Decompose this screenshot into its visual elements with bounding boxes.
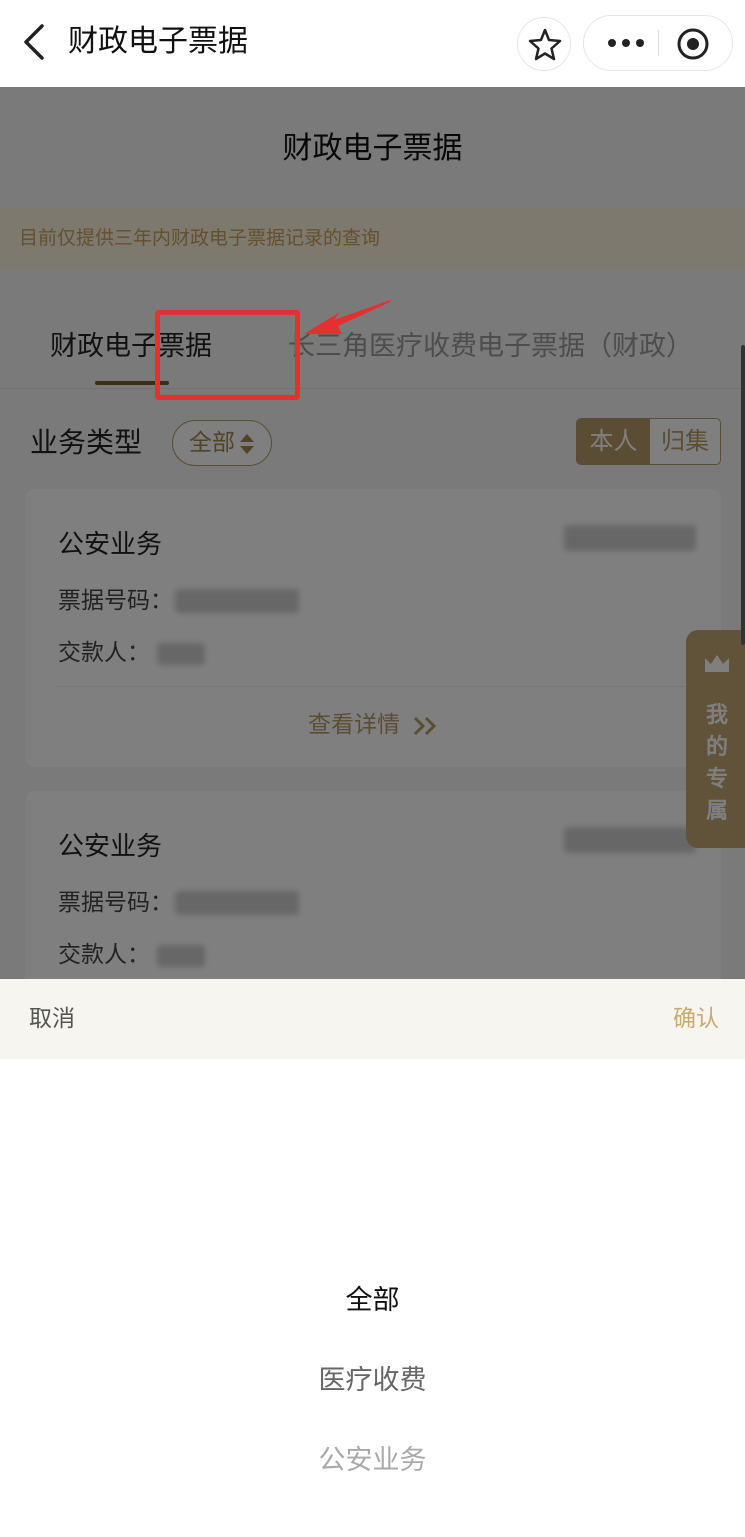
business-type-picker: 取消 确认 全部 医疗收费 公安业务: [0, 979, 745, 1537]
picker-toolbar: 取消 确认: [0, 979, 745, 1059]
capsule-menu: [583, 15, 733, 71]
target-circle-icon[interactable]: [675, 26, 711, 62]
annotation-arrow-icon: [304, 300, 390, 334]
scrollbar[interactable]: [741, 345, 745, 645]
favorite-button[interactable]: [517, 17, 571, 71]
back-arrow-icon[interactable]: [14, 20, 58, 64]
capsule-divider: [658, 30, 659, 56]
star-icon: [528, 28, 562, 61]
picker-cancel-button[interactable]: 取消: [29, 1003, 75, 1035]
picker-confirm-button[interactable]: 确认: [673, 1003, 719, 1035]
picker-option-all[interactable]: 全部: [0, 1283, 745, 1319]
annotation-highlight-box: [155, 310, 300, 400]
picker-option-police[interactable]: 公安业务: [0, 1443, 745, 1479]
picker-option-medical[interactable]: 医疗收费: [0, 1363, 745, 1399]
more-dots-icon[interactable]: [602, 30, 650, 56]
navbar-title: 财政电子票据: [68, 24, 248, 59]
picker-overlay-mask[interactable]: [0, 87, 745, 980]
mini-program-navbar: 财政电子票据: [0, 0, 745, 87]
